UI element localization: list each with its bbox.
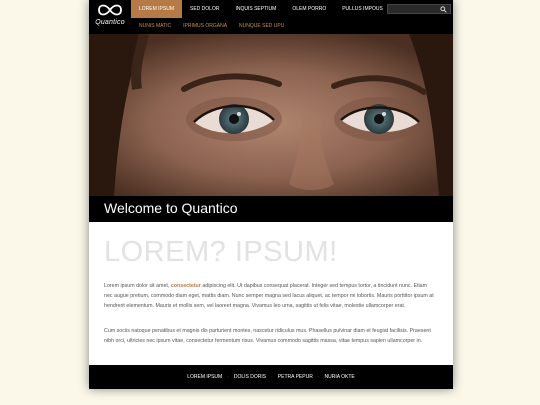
footer-separator: · [227,374,229,380]
hero-title: Welcome to Quantico [104,200,238,216]
footer-link-dolis-doris[interactable]: DOLIS DORIS [234,374,266,380]
highlighted-word: consectetur [170,283,201,289]
sub-nav: NUNIS MATIC IPRIMUS ORGANA NUNQUE SED UP… [131,18,453,34]
infinity-logo-icon [98,4,122,16]
intro-paragraph: Lorem ipsum dolor sit amet, consectetur … [104,281,434,311]
brand-name: Quantico [95,19,125,26]
subnav-item-nunis-matic[interactable]: NUNIS MATIC [133,23,177,29]
main-nav: LOREM IPSUM SED DOLOR INQUIS SEPTIUM OLE… [131,0,391,18]
page-container: Quantico LOREM IPSUM SED DOLOR INQUIS SE… [89,0,453,389]
search-icon[interactable] [440,6,447,13]
brand-logo[interactable]: Quantico [89,0,131,34]
main-content: LOREM? IPSUM! Lorem ipsum dolor sit amet… [89,222,453,365]
footer-link-petra-pepur[interactable]: PETRA PEPUR [278,374,313,380]
subnav-item-nunque-sed-upu[interactable]: NUNQUE SED UPU [233,23,290,29]
second-paragraph: Cum sociis natoque penatibus et magnis d… [104,328,431,344]
hero-caption-bar: Welcome to Quantico [89,196,453,222]
nav-item-pullus-impous[interactable]: PULLUS IMPOUS [334,0,391,18]
footer-separator: · [317,374,320,380]
hero-image [89,34,453,196]
nav-item-sed-dolor[interactable]: SED DOLOR [182,0,227,18]
nav-item-inquis-septium[interactable]: INQUIS SEPTIUM [227,0,284,18]
nav-item-lorem-ipsum[interactable]: LOREM IPSUM [131,0,183,18]
search-input[interactable] [390,5,438,13]
intro-text-start: Lorem ipsum dolor sit amet, [104,283,171,289]
footer-link-nuria-okte[interactable]: NURIA OKTE [324,374,354,380]
page-headline: LOREM? IPSUM! [104,236,338,268]
sub-navigation-bar: NUNIS MATIC IPRIMUS ORGANA NUNQUE SED UP… [131,18,453,34]
portrait-photo [89,34,453,196]
subnav-item-iprimus-organa[interactable]: IPRIMUS ORGANA [177,23,233,29]
search-box [387,4,451,14]
nav-item-olem-porro[interactable]: OLEM PORRO [284,0,334,18]
footer: LOREM IPSUM · DOLIS DORIS · PETRA PEPUR … [89,365,453,389]
footer-separator: · [271,374,273,380]
footer-link-lorem-ipsum[interactable]: LOREM IPSUM [187,374,222,380]
